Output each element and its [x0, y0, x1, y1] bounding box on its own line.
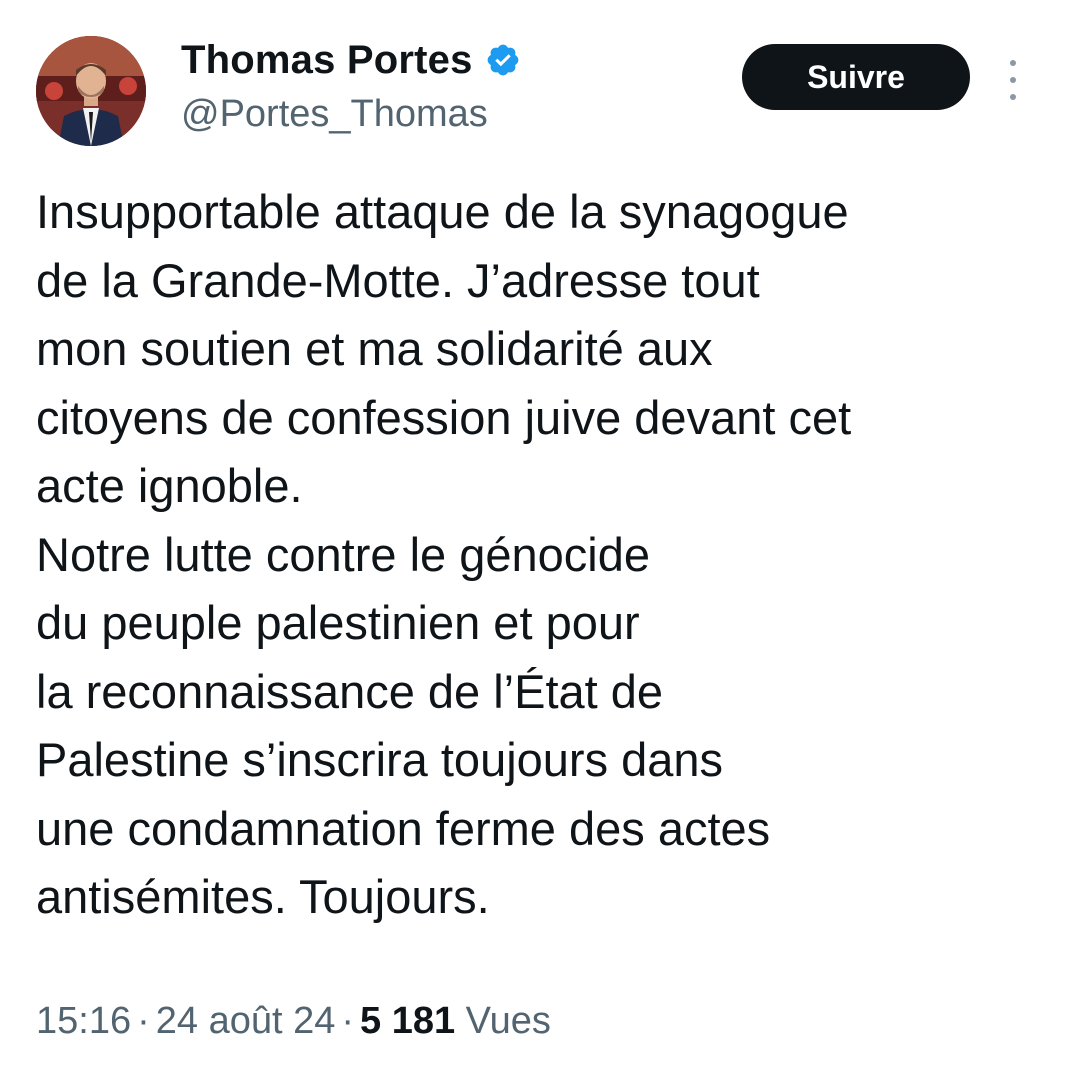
views-label: Vues — [465, 1000, 551, 1042]
tweet-text-line: mon soutien et ma solidarité aux — [36, 322, 713, 375]
tweet-text-line: une condamnation ferme des actes — [36, 801, 771, 855]
tweet-text: Insupportable attaque de la synagogue de… — [36, 178, 1056, 932]
author-display-name[interactable]: Thomas Portes — [181, 34, 473, 86]
more-vertical-icon[interactable] — [1003, 60, 1023, 100]
tweet-text-line: Insupportable attaque de la synagogue — [36, 185, 849, 238]
tweet-text-line: citoyens de confession juive devant cet — [36, 390, 852, 444]
tweet-text-line: Palestine s’inscrira toujours dans — [36, 733, 724, 786]
views-count: 5 181 — [360, 1000, 456, 1042]
tweet-text-line: de la Grande-Motte. J’adresse tout — [36, 253, 760, 307]
tweet-text-line: antisémites. Toujours. — [36, 870, 490, 923]
tweet-date[interactable]: 24 août 24 — [156, 1000, 336, 1042]
follow-button[interactable]: Suivre — [742, 44, 970, 110]
verified-badge-icon[interactable] — [485, 42, 521, 78]
tweet-time[interactable]: 15:16 — [36, 1000, 131, 1042]
tweet-text-line: la reconnaissance de l’État de — [36, 664, 664, 718]
profile-photo — [36, 36, 146, 146]
author-handle[interactable]: @Portes_Thomas — [181, 90, 488, 138]
tweet-meta: 15:16 · 24 août 24 · 5 181 Vues — [36, 995, 551, 1047]
tweet-text-line: acte ignoble. — [36, 459, 303, 512]
tweet-text-line: Notre lutte contre le génocide — [36, 527, 650, 581]
author-name-row: Thomas Portes — [181, 34, 521, 86]
avatar[interactable] — [36, 36, 146, 146]
tweet-text-line: du peuple palestinien et pour — [36, 596, 640, 649]
meta-separator: · — [137, 1000, 150, 1042]
tweet-card: Thomas Portes @Portes_Thomas Suivre Insu… — [0, 0, 1070, 1076]
meta-separator: · — [341, 1000, 355, 1042]
